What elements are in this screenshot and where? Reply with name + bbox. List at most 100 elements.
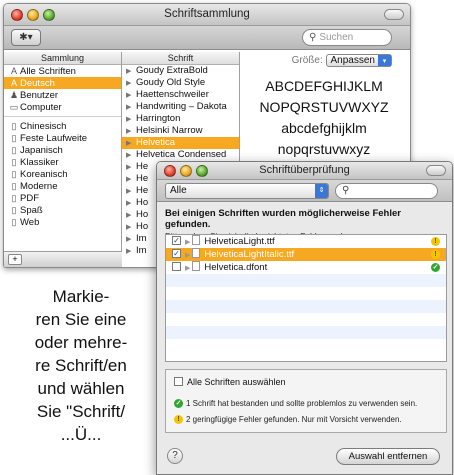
collection-icon: ▯ <box>11 205 17 215</box>
disclosure-triangle-icon[interactable]: ▶ <box>126 198 136 209</box>
disclosure-triangle-icon[interactable]: ▶ <box>126 90 136 101</box>
collection-item[interactable]: ▯ Chinesisch <box>4 120 121 132</box>
collection-label: Moderne <box>20 181 58 192</box>
select-all-checkbox-row[interactable]: Alle Schriften auswählen <box>174 377 286 387</box>
disclosure-triangle-icon[interactable]: ▶ <box>126 246 136 257</box>
collection-item[interactable]: ▯ PDF <box>4 192 121 204</box>
font-label: He <box>136 173 149 184</box>
font-label: Ho <box>136 197 149 208</box>
add-collection-button[interactable]: + <box>8 254 22 265</box>
result-checkbox[interactable]: ✓ <box>172 248 181 258</box>
collection-icon: ▯ <box>11 145 17 155</box>
document-icon <box>192 261 201 272</box>
disclosure-triangle-icon[interactable]: ▶ <box>126 162 136 173</box>
collection-icon: ▯ <box>11 169 17 179</box>
font-label: Im <box>136 245 147 256</box>
collection-label: Feste Laufweite <box>20 133 88 144</box>
disclosure-triangle-icon[interactable]: ▶ <box>126 210 136 221</box>
sample-line: nopqrstuvwxyz <box>277 141 371 157</box>
font-icon: A <box>10 66 17 76</box>
disclosure-triangle-icon[interactable]: ▶ <box>126 114 136 125</box>
font-label: Handwriting – Dakota <box>136 101 227 112</box>
empty-row <box>166 274 446 287</box>
font-item[interactable]: ▶ Harrington <box>122 113 239 125</box>
gear-menu-button[interactable]: ✱▾ <box>11 29 41 46</box>
validation-search-input[interactable]: ⚲ <box>335 183 438 199</box>
summary-warn-line: ! 2 geringfügige Fehler gefunden. Nur mit… <box>174 415 402 425</box>
font-validation-window: Schriftüberprüfung Alle ⇕ ⚲ Bei einigen S… <box>156 161 453 475</box>
collection-item[interactable]: A Alle Schriften <box>4 65 121 77</box>
chevron-updown-icon: ⇕ <box>315 184 328 198</box>
disclosure-triangle-icon[interactable]: ▶ <box>126 234 136 245</box>
disclosure-triangle-icon[interactable]: ▶ <box>185 239 190 246</box>
font-column-header[interactable]: Schrift <box>122 52 239 65</box>
collection-icon: ▯ <box>11 157 17 167</box>
disclosure-triangle-icon[interactable]: ▶ <box>126 102 136 113</box>
font-label: Helvetica <box>136 137 176 148</box>
result-checkbox[interactable]: ✓ <box>172 235 181 245</box>
result-row[interactable]: ✓ ▶ HelveticaLightItalic.ttf! <box>166 248 446 261</box>
disclosure-triangle-icon[interactable]: ▶ <box>126 66 136 77</box>
disclosure-triangle-icon[interactable]: ▶ <box>126 150 136 161</box>
collection-titlebar[interactable]: Schriftsammlung <box>4 4 410 26</box>
select-all-checkbox[interactable] <box>174 377 183 387</box>
summary-ok-text: 1 Schrift hat bestanden und sollte probl… <box>186 399 418 408</box>
toolbar-toggle-button[interactable] <box>384 9 404 20</box>
result-row[interactable]: ▶ Helvetica.dfont ✓ <box>166 261 446 274</box>
empty-row <box>166 300 446 313</box>
sample-line: abcdefghijklm <box>281 120 367 136</box>
empty-row <box>166 287 446 300</box>
font-item[interactable]: ▶ Helsinki Narrow <box>122 125 239 137</box>
disclosure-triangle-icon[interactable]: ▶ <box>185 265 190 272</box>
result-row[interactable]: ✓ ▶ HelveticaLight.ttf! <box>166 235 446 248</box>
validation-titlebar[interactable]: Schriftüberprüfung <box>157 162 452 180</box>
collection-label: Benutzer <box>20 90 59 101</box>
disclosure-triangle-icon[interactable]: ▶ <box>126 126 136 137</box>
font-search-input[interactable]: ⚲ Suchen <box>302 29 392 46</box>
disclosure-triangle-icon[interactable]: ▶ <box>126 174 136 185</box>
collection-item[interactable]: ▯ Spaß <box>4 204 121 216</box>
sample-line: ABCDEFGHIJKLM <box>265 78 383 94</box>
font-item[interactable]: ▶ Goudy ExtraBold <box>122 65 239 77</box>
size-select[interactable]: Anpassen ▾ <box>325 54 392 67</box>
disclosure-triangle-icon[interactable]: ▶ <box>126 138 136 149</box>
summary-warn-text: 2 geringfügige Fehler gefunden. Nur mit … <box>186 415 402 424</box>
collection-item[interactable]: ▭ Computer <box>4 101 121 113</box>
collection-item[interactable]: A Deutsch <box>4 77 121 89</box>
warning-icon: ! <box>431 237 440 246</box>
filter-value: Alle <box>170 185 187 196</box>
disclosure-triangle-icon[interactable]: ▶ <box>126 78 136 89</box>
collection-item[interactable]: ▯ Moderne <box>4 180 121 192</box>
font-label: Ho <box>136 209 149 220</box>
collection-item[interactable]: ▯ Web <box>4 216 121 228</box>
remove-selection-button[interactable]: Auswahl entfernen <box>336 448 440 465</box>
font-item[interactable]: ▶ Goudy Old Style <box>122 77 239 89</box>
font-item[interactable]: ▶ Helvetica Condensed <box>122 149 239 161</box>
collection-item[interactable]: ♟ Benutzer <box>4 89 121 101</box>
disclosure-triangle-icon[interactable]: ▶ <box>126 222 136 233</box>
check-icon: ✓ <box>174 399 183 409</box>
filter-select[interactable]: Alle ⇕ <box>165 183 329 199</box>
summary-ok-line: ✓ 1 Schrift hat bestanden und sollte prob… <box>174 399 418 409</box>
toolbar-toggle-button[interactable] <box>426 165 446 176</box>
font-item[interactable]: ▶ Haettenschweiler <box>122 89 239 101</box>
collection-label: Koreanisch <box>20 169 68 180</box>
collection-item[interactable]: ▯ Feste Laufweite <box>4 132 121 144</box>
collection-item[interactable]: ▯ Japanisch <box>4 144 121 156</box>
collection-item[interactable]: ▯ Klassiker <box>4 156 121 168</box>
disclosure-triangle-icon[interactable]: ▶ <box>126 186 136 197</box>
font-item[interactable]: ▶ Handwriting – Dakota <box>122 101 239 113</box>
size-label: Größe: <box>291 55 323 66</box>
collection-column-header[interactable]: Sammlung <box>4 52 121 65</box>
search-icon: ⚲ <box>342 185 350 196</box>
disclosure-triangle-icon[interactable]: ▶ <box>185 252 190 259</box>
empty-row <box>166 313 446 326</box>
result-filename: Helvetica.dfont <box>204 262 268 273</box>
font-item[interactable]: ▶ Helvetica <box>122 137 239 149</box>
collection-label: Deutsch <box>20 78 55 89</box>
help-button[interactable]: ? <box>167 448 183 464</box>
collection-label: Alle Schriften <box>20 66 76 77</box>
result-checkbox[interactable] <box>172 261 181 271</box>
validation-toolbar: Alle ⇕ ⚲ <box>157 180 452 202</box>
collection-item[interactable]: ▯ Koreanisch <box>4 168 121 180</box>
